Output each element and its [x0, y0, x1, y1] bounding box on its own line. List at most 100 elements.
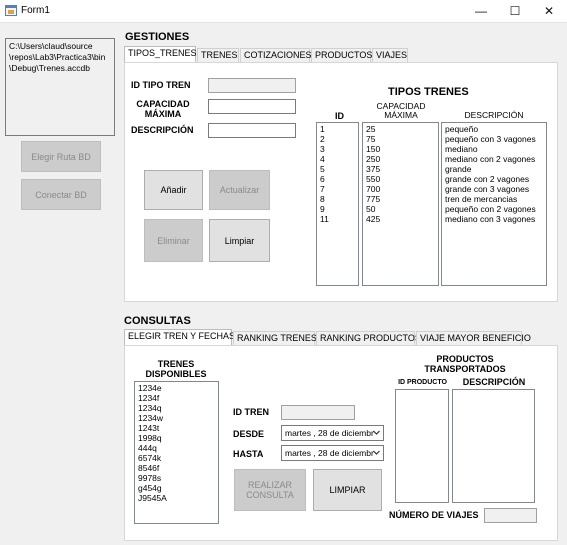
choose-db-button[interactable]: Elegir Ruta BD: [21, 141, 101, 172]
descripcion-producto-list[interactable]: [452, 389, 535, 503]
col-descripcion-header: DESCRIPCIÓN: [464, 110, 524, 120]
list-item[interactable]: tren de mercancias: [445, 194, 543, 204]
list-item[interactable]: 1: [320, 124, 355, 134]
list-item[interactable]: 1234q: [138, 403, 215, 413]
descripcion-field[interactable]: [208, 123, 296, 138]
tab-trenes[interactable]: TRENES: [197, 48, 239, 62]
limpiar-consulta-button[interactable]: LIMPIAR: [313, 469, 382, 511]
delete-button[interactable]: Eliminar: [144, 219, 203, 262]
list-item[interactable]: 5: [320, 164, 355, 174]
list-item[interactable]: 700: [366, 184, 435, 194]
list-item[interactable]: pequeño con 2 vagones: [445, 204, 543, 214]
list-item[interactable]: 7: [320, 184, 355, 194]
list-item[interactable]: 1998q: [138, 433, 215, 443]
list-item[interactable]: 1243t: [138, 423, 215, 433]
db-path-line: C:\Users\claud\source: [9, 41, 93, 51]
connect-db-button[interactable]: Conectar BD: [21, 179, 101, 210]
trenes-disponibles-title: TRENES DISPONIBLES: [134, 359, 218, 379]
window-title: Form1: [21, 5, 50, 16]
list-item[interactable]: 550: [366, 174, 435, 184]
descripcion-list[interactable]: pequeño pequeño con 3 vagones mediano me…: [441, 122, 547, 286]
minimize-button[interactable]: —: [464, 0, 498, 22]
list-item[interactable]: J9545A: [138, 493, 215, 503]
chevron-down-icon: [373, 450, 380, 455]
clear-button[interactable]: Limpiar: [209, 219, 270, 262]
list-item[interactable]: 9978s: [138, 473, 215, 483]
tab-elegir-tren-fechas[interactable]: ELEGIR TREN Y FECHAS: [124, 329, 235, 345]
list-item[interactable]: mediano: [445, 144, 543, 154]
db-path-box: C:\Users\claud\source \repos\Lab3\Practi…: [5, 38, 115, 136]
tab-ranking-trenes[interactable]: RANKING TRENES: [233, 331, 317, 345]
id-tren-label: ID TREN: [233, 407, 269, 417]
list-item[interactable]: mediano con 3 vagones: [445, 214, 543, 224]
realizar-line: REALIZAR: [247, 480, 292, 490]
tab-tipos-trenes[interactable]: TIPOS_TRENES: [124, 46, 197, 62]
desde-value: martes , 28 de diciembr: [285, 428, 374, 438]
list-item[interactable]: 11: [320, 214, 355, 224]
list-item[interactable]: 444q: [138, 443, 215, 453]
list-item[interactable]: pequeño: [445, 124, 543, 134]
list-item[interactable]: 75: [366, 134, 435, 144]
list-item[interactable]: 1234e: [138, 383, 215, 393]
tipos-trenes-table-title: TIPOS TRENES: [388, 86, 469, 98]
maximize-icon: ☐: [509, 4, 521, 18]
hasta-label: HASTA: [233, 449, 264, 459]
list-item[interactable]: 250: [366, 154, 435, 164]
numero-viajes-field[interactable]: [484, 508, 537, 523]
list-item[interactable]: 4: [320, 154, 355, 164]
trenes-disponibles-list[interactable]: 1234e 1234f 1234q 1234w 1243t 1998q 444q…: [134, 381, 219, 524]
list-item[interactable]: 425: [366, 214, 435, 224]
list-item[interactable]: 1234w: [138, 413, 215, 423]
list-item[interactable]: grande con 3 vagones: [445, 184, 543, 194]
hasta-value: martes , 28 de diciembr: [285, 448, 374, 458]
id-producto-list[interactable]: [395, 389, 449, 503]
list-item[interactable]: mediano con 2 vagones: [445, 154, 543, 164]
tab-productos[interactable]: PRODUCTOS: [311, 48, 372, 62]
id-tipo-tren-field[interactable]: [208, 78, 296, 93]
list-item[interactable]: 3: [320, 144, 355, 154]
desde-label: DESDE: [233, 429, 265, 439]
tab-cotizaciones[interactable]: COTIZACIONES: [240, 48, 312, 62]
list-item[interactable]: 9: [320, 204, 355, 214]
capacidad-list[interactable]: 25 75 150 250 375 550 700 775 50 425: [362, 122, 439, 286]
maximize-button[interactable]: ☐: [498, 0, 532, 22]
transportados-title-line: TRANSPORTADOS: [424, 364, 506, 374]
db-path-line: \Debug\Trenes.accdb: [9, 63, 90, 73]
list-item[interactable]: 375: [366, 164, 435, 174]
col-capacidad-header: CAPACIDAD MÁXIMA: [362, 102, 440, 120]
list-item[interactable]: 25: [366, 124, 435, 134]
tab-ranking-productos[interactable]: RANKING PRODUCTOS: [316, 331, 421, 345]
consultas-title: CONSULTAS: [124, 315, 191, 327]
list-item[interactable]: 8546f: [138, 463, 215, 473]
list-item[interactable]: 6574k: [138, 453, 215, 463]
list-item[interactable]: g454g: [138, 483, 215, 493]
list-item[interactable]: 2: [320, 134, 355, 144]
capacidad-maxima-field[interactable]: [208, 99, 296, 114]
realizar-consulta-button[interactable]: REALIZAR CONSULTA: [234, 469, 306, 511]
list-item[interactable]: 6: [320, 174, 355, 184]
productos-transportados-title: PRODUCTOS TRANSPORTADOS: [400, 354, 530, 374]
list-item[interactable]: grande con 2 vagones: [445, 174, 543, 184]
list-item[interactable]: 775: [366, 194, 435, 204]
list-item[interactable]: 1234f: [138, 393, 215, 403]
update-button[interactable]: Actualizar: [209, 170, 270, 210]
hasta-datepicker[interactable]: martes , 28 de diciembr: [281, 445, 384, 461]
minimize-icon: —: [475, 4, 487, 18]
id-list[interactable]: 1 2 3 4 5 6 7 8 9 11: [316, 122, 359, 286]
numero-viajes-label: NÚMERO DE VIAJES: [389, 510, 479, 520]
chevron-down-icon: [373, 430, 380, 435]
list-item[interactable]: 50: [366, 204, 435, 214]
close-icon: ✕: [543, 4, 555, 18]
close-button[interactable]: ✕: [532, 0, 566, 22]
list-item[interactable]: 150: [366, 144, 435, 154]
app-icon: [5, 5, 17, 16]
tab-viajes[interactable]: VIAJES: [372, 48, 408, 62]
list-item[interactable]: 8: [320, 194, 355, 204]
add-button[interactable]: Añadir: [144, 170, 203, 210]
col-id-header: ID: [335, 111, 344, 121]
list-item[interactable]: grande: [445, 164, 543, 174]
desde-datepicker[interactable]: martes , 28 de diciembr: [281, 425, 384, 441]
id-tren-field[interactable]: [281, 405, 355, 420]
list-item[interactable]: pequeño con 3 vagones: [445, 134, 543, 144]
tab-viaje-mayor-beneficio[interactable]: VIAJE MAYOR BENEFICIO: [416, 331, 531, 345]
